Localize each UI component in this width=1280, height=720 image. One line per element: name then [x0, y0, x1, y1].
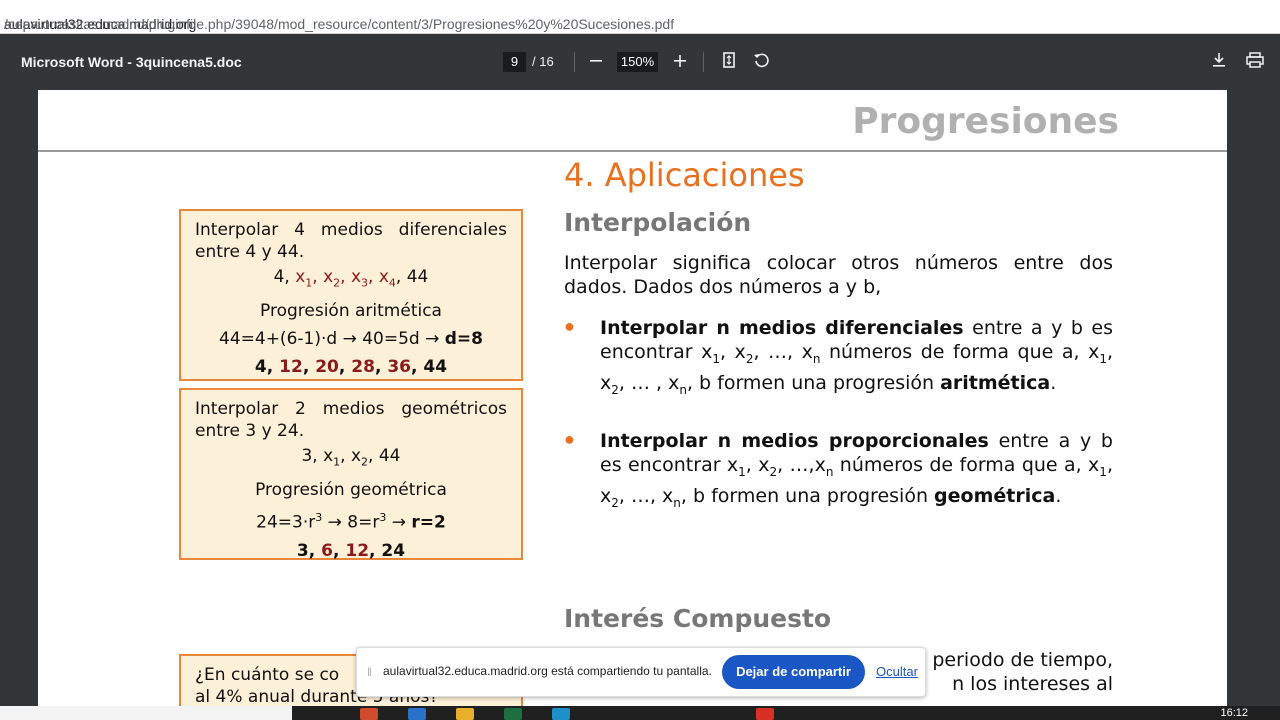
box-result: 4, 12, 20, 28, 36, 44	[254, 357, 448, 378]
zoom-out-button[interactable]	[583, 49, 609, 75]
pdf-toolbar: Microsoft Word - 3quincena5.doc 9 / 16 1…	[0, 34, 1280, 90]
zoom-level-input[interactable]: 150%	[617, 52, 658, 72]
interest-heading: Interés Compuesto	[564, 604, 832, 633]
screen-share-bar: ‖ aulavirtual32.educa.madrid.org está co…	[356, 647, 926, 697]
box-intro: Interpolar 2 medios geométricos entre 3 …	[195, 399, 507, 441]
taskbar-clock: 16:12	[1220, 707, 1248, 719]
minus-icon	[590, 60, 602, 62]
pdf-page: Progresiones Interpolar 4 medios diferen…	[38, 90, 1227, 720]
box-intro: Interpolar 4 medios diferenciales entre …	[195, 220, 507, 262]
app-icon[interactable]	[552, 708, 570, 720]
bullet-arithmetic: Interpolar n medios diferenciales entre …	[600, 317, 1113, 397]
page-header: Progresiones	[38, 90, 1227, 152]
drag-handle-icon[interactable]: ‖	[367, 665, 372, 679]
download-icon	[1213, 53, 1225, 67]
bullet-icon: ●	[564, 316, 575, 336]
app-icon[interactable]	[408, 708, 426, 720]
box-result: 3, 6, 12, 24	[296, 541, 406, 562]
url-path: /cepa.orcasitas.madrid/pluginfile.php/39…	[4, 16, 675, 32]
box-sequence: 4, x1, x2, x3, x4, 44	[273, 267, 429, 290]
print-button[interactable]	[1242, 49, 1268, 75]
page-number-input[interactable]: 9	[503, 52, 526, 72]
app-icon[interactable]	[504, 708, 522, 720]
zoom-in-button[interactable]	[667, 49, 693, 75]
print-icon	[1246, 52, 1264, 68]
fit-page-button[interactable]	[716, 49, 742, 75]
mouse-cursor-icon	[38, 676, 48, 690]
fit-page-icon	[723, 52, 735, 68]
document-title: Microsoft Word - 3quincena5.doc	[21, 54, 242, 70]
bullet-icon: ●	[564, 429, 575, 449]
box-kind: Progresión aritmética	[260, 301, 442, 322]
folder-icon[interactable]	[456, 708, 474, 720]
interpolation-heading: Interpolación	[564, 208, 752, 237]
stop-sharing-button[interactable]: Dejar de compartir	[722, 655, 865, 689]
rotate-button[interactable]	[748, 49, 774, 75]
section-title: 4. Aplicaciones	[564, 156, 805, 194]
hide-link[interactable]: Ocultar	[876, 664, 918, 679]
interpolation-paragraph: Interpolar significa colocar otros númer…	[564, 252, 1113, 298]
toolbar-divider	[703, 52, 704, 72]
taskbar-search[interactable]	[0, 706, 292, 720]
box-equation: 44=4+(6-1)·d → 40=5d → d=8	[219, 329, 483, 350]
page-total: / 16	[532, 54, 554, 69]
example-box-geometric: Interpolar 2 medios geométricos entre 3 …	[179, 388, 523, 561]
toolbar-divider	[574, 52, 575, 72]
address-bar[interactable]: aulavirtual32.educa.madrid.org/cepa.orca…	[0, 0, 1280, 34]
box-sequence: 3, x1, x2, 44	[301, 446, 401, 469]
app-icon[interactable]	[360, 708, 378, 720]
bullet-geometric: Interpolar n medios proporcionales entre…	[600, 430, 1113, 510]
taskbar: 16:12	[0, 706, 1280, 720]
share-message: aulavirtual32.educa.madrid.org está comp…	[383, 664, 712, 678]
box-equation: 24=3·r3 → 8=r3 → r=2	[256, 511, 446, 534]
page-header-title: Progresiones	[852, 101, 1119, 142]
rotate-icon	[754, 53, 769, 68]
example-box-arithmetic: Interpolar 4 medios diferenciales entre …	[179, 209, 523, 381]
chrome-icon[interactable]	[756, 708, 774, 720]
download-button[interactable]	[1206, 49, 1232, 75]
plus-icon	[674, 55, 686, 67]
box-kind: Progresión geométrica	[255, 480, 447, 501]
